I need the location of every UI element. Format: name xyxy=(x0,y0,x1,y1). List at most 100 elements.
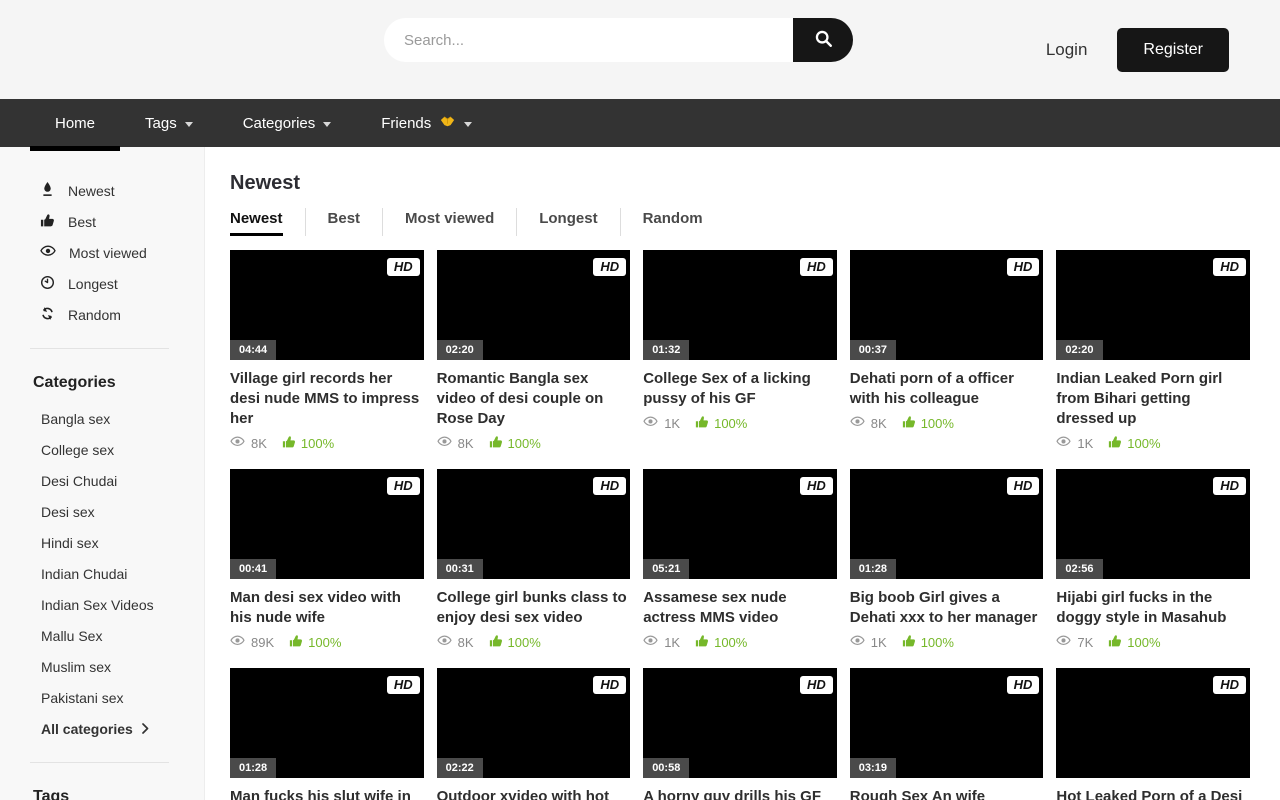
video-thumbnail[interactable]: HD 02:20 xyxy=(1056,250,1250,360)
video-thumbnail[interactable]: HD 05:21 xyxy=(643,469,837,579)
sidebar-category-link[interactable]: Hindi sex xyxy=(0,527,204,558)
video-thumbnail[interactable]: HD 00:41 xyxy=(230,469,424,579)
sidebar-item-random[interactable]: Random xyxy=(0,299,204,330)
hd-badge: HD xyxy=(387,676,420,694)
like-rating: 100% xyxy=(489,435,541,452)
view-count: 89K xyxy=(230,635,274,650)
tab-random[interactable]: Random xyxy=(620,208,725,236)
register-button[interactable]: Register xyxy=(1117,28,1229,72)
view-count-value: 8K xyxy=(458,635,474,650)
video-title[interactable]: Indian Leaked Porn girl from Bihari gett… xyxy=(1056,369,1250,429)
search-input[interactable] xyxy=(384,18,793,62)
video-title[interactable]: College Sex of a licking pussy of his GF xyxy=(643,369,837,409)
video-title[interactable]: Man desi sex video with his nude wife xyxy=(230,588,424,628)
video-duration: 02:20 xyxy=(437,340,483,360)
video-meta: 1K 100% xyxy=(643,634,837,651)
video-duration: 00:37 xyxy=(850,340,896,360)
caret-down-icon xyxy=(464,122,472,127)
sidebar-category-link[interactable]: Bangla sex xyxy=(0,403,204,434)
nav-item-tags[interactable]: Tags xyxy=(120,99,218,147)
like-rating: 100% xyxy=(1108,435,1160,452)
sidebar-category-link[interactable]: Mallu Sex xyxy=(0,620,204,651)
video-title[interactable]: College girl bunks class to enjoy desi s… xyxy=(437,588,631,628)
eye-icon xyxy=(437,635,452,650)
sidebar-category-link[interactable]: Pakistani sex xyxy=(0,682,204,713)
sidebar-item-longest[interactable]: Longest xyxy=(0,268,204,299)
tab-best[interactable]: Best xyxy=(305,208,383,236)
like-rating-value: 100% xyxy=(714,635,747,650)
video-thumbnail[interactable]: HD 04:44 xyxy=(230,250,424,360)
view-count-value: 1K xyxy=(664,416,680,431)
video-title[interactable]: Outdoor xvideo with hot randi xyxy=(437,787,631,800)
sidebar-best-label: Best xyxy=(68,214,96,230)
video-thumbnail[interactable]: HD 02:22 xyxy=(437,668,631,778)
video-title[interactable]: Assamese sex nude actress MMS video xyxy=(643,588,837,628)
video-title[interactable]: A horny guy drills his GF tight pussy at… xyxy=(643,787,837,800)
eye-icon xyxy=(1056,436,1071,451)
sidebar-item-most-viewed[interactable]: Most viewed xyxy=(0,237,204,268)
caret-down-icon xyxy=(323,122,331,127)
all-categories-link[interactable]: All categories xyxy=(0,713,204,744)
video-thumbnail[interactable]: HD 03:19 xyxy=(850,668,1044,778)
hd-badge: HD xyxy=(1007,477,1040,495)
video-thumbnail[interactable]: HD 02:56 xyxy=(1056,469,1250,579)
sidebar-category-link[interactable]: College sex xyxy=(0,434,204,465)
sidebar-newest-label: Newest xyxy=(68,183,115,199)
video-thumbnail[interactable]: HD 00:58 xyxy=(643,668,837,778)
view-count: 8K xyxy=(850,416,887,431)
sidebar-category-link[interactable]: Desi Chudai xyxy=(0,465,204,496)
video-card: HD 02:22 Outdoor xvideo with hot randi xyxy=(437,668,631,800)
handshake-icon xyxy=(439,114,456,133)
video-thumbnail[interactable]: HD xyxy=(1056,668,1250,778)
tab-longest[interactable]: Longest xyxy=(516,208,619,236)
sidebar-most-viewed-label: Most viewed xyxy=(69,245,147,261)
video-thumbnail[interactable]: HD 01:28 xyxy=(850,469,1044,579)
video-title[interactable]: Hijabi girl fucks in the doggy style in … xyxy=(1056,588,1250,628)
category-label: Mallu Sex xyxy=(41,628,102,644)
video-duration: 03:19 xyxy=(850,758,896,778)
video-duration: 05:21 xyxy=(643,559,689,579)
category-label: Desi sex xyxy=(41,504,95,520)
thumbs-up-icon xyxy=(489,435,503,452)
video-title[interactable]: Man fucks his slut wife in Dehati sex xyxy=(230,787,424,800)
video-card: HD 03:19 Rough Sex An wife bounces on he… xyxy=(850,668,1044,800)
video-thumbnail[interactable]: HD 02:20 xyxy=(437,250,631,360)
video-title[interactable]: Big boob Girl gives a Dehati xxx to her … xyxy=(850,588,1044,628)
sidebar-category-link[interactable]: Muslim sex xyxy=(0,651,204,682)
video-grid: HD 04:44 Village girl records her desi n… xyxy=(230,250,1250,800)
nav-categories-label: Categories xyxy=(243,115,316,132)
sidebar-category-link[interactable]: Desi sex xyxy=(0,496,204,527)
view-count-value: 8K xyxy=(871,416,887,431)
tab-newest[interactable]: Newest xyxy=(230,208,305,236)
video-thumbnail[interactable]: HD 01:28 xyxy=(230,668,424,778)
video-title[interactable]: Hot Leaked Porn of a Desi Couple xyxy=(1056,787,1250,800)
sidebar-item-newest[interactable]: Newest xyxy=(0,175,204,206)
video-card: HD 00:41 Man desi sex video with his nud… xyxy=(230,469,424,651)
sidebar-item-best[interactable]: Best xyxy=(0,206,204,237)
video-title[interactable]: Dehati porn of a officer with his collea… xyxy=(850,369,1044,409)
login-link[interactable]: Login xyxy=(1046,40,1088,60)
nav-item-home[interactable]: Home xyxy=(30,99,120,147)
page-title: Newest xyxy=(230,172,1250,195)
thumbs-up-icon xyxy=(1108,435,1122,452)
video-title[interactable]: Village girl records her desi nude MMS t… xyxy=(230,369,424,429)
search-button[interactable] xyxy=(793,18,853,62)
video-thumbnail[interactable]: HD 00:37 xyxy=(850,250,1044,360)
sidebar-category-link[interactable]: Indian Chudai xyxy=(0,558,204,589)
sidebar-category-link[interactable]: Indian Sex Videos xyxy=(0,589,204,620)
video-title[interactable]: Rough Sex An wife bounces on her devar d… xyxy=(850,787,1044,800)
video-thumbnail[interactable]: HD 01:32 xyxy=(643,250,837,360)
view-count: 1K xyxy=(1056,436,1093,451)
like-rating: 100% xyxy=(902,634,954,651)
categories-heading: Categories xyxy=(33,374,204,392)
hd-badge: HD xyxy=(1007,676,1040,694)
video-title[interactable]: Romantic Bangla sex video of desi couple… xyxy=(437,369,631,429)
tab-most-viewed[interactable]: Most viewed xyxy=(382,208,516,236)
nav-item-friends[interactable]: Friends xyxy=(356,99,497,147)
eye-icon xyxy=(437,436,452,451)
video-thumbnail[interactable]: HD 00:31 xyxy=(437,469,631,579)
video-meta: 7K 100% xyxy=(1056,634,1250,651)
video-card: HD Hot Leaked Porn of a Desi Couple xyxy=(1056,668,1250,800)
nav-item-categories[interactable]: Categories xyxy=(218,99,357,147)
video-meta: 1K 100% xyxy=(1056,435,1250,452)
